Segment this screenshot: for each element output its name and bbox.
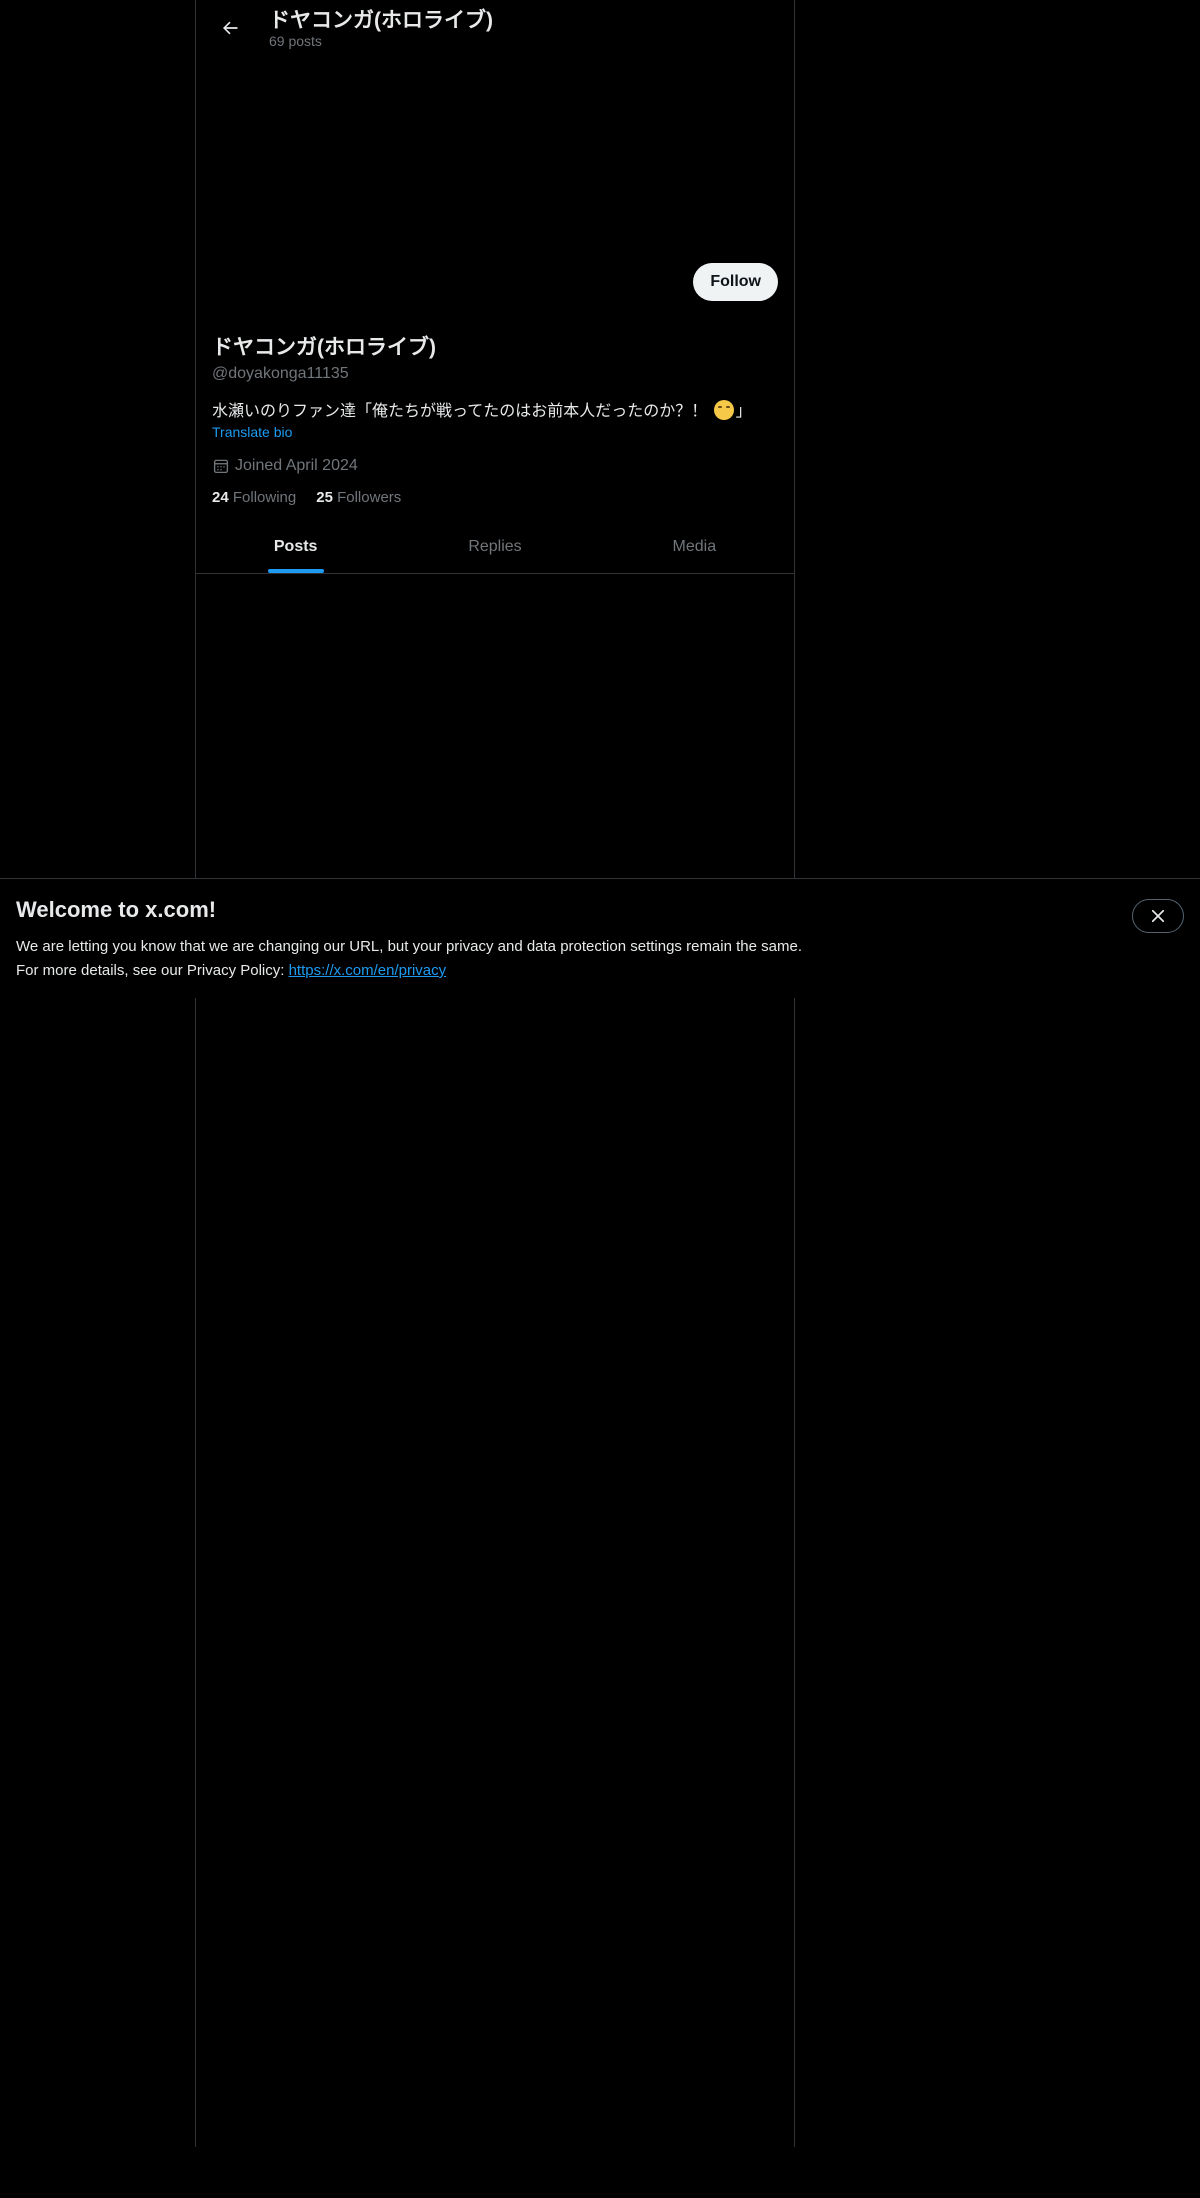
tab-media-label: Media — [672, 537, 717, 555]
following-link[interactable]: 24 Following — [212, 487, 296, 509]
calendar-icon — [213, 459, 229, 474]
notice-title: Welcome to x.com! — [16, 897, 217, 922]
followers-link[interactable]: 25 Followers — [316, 487, 401, 509]
header-posts-count: 69 posts — [269, 33, 322, 49]
profile-header: ドヤコンガ(ホロライブ) 69 posts — [196, 0, 794, 56]
loudly-crying-emoji-icon — [713, 400, 734, 420]
tab-media[interactable]: Media — [595, 520, 794, 573]
tab-replies[interactable]: Replies — [395, 520, 594, 573]
notice-line-2-prefix: For more details, see our Privacy Policy… — [16, 962, 289, 979]
arrow-left-icon — [223, 21, 238, 35]
follow-stats: 24 Following 25 Followers — [212, 487, 778, 509]
translate-bio-link[interactable]: Translate bio — [212, 423, 292, 441]
tab-posts-label: Posts — [273, 537, 318, 555]
followers-label: Followers — [337, 489, 402, 506]
back-button[interactable] — [212, 10, 248, 46]
handle: @doyakonga11135 — [212, 365, 349, 382]
profile-banner[interactable] — [196, 56, 794, 256]
following-count: 24 — [212, 489, 229, 506]
display-name: ドヤコンガ(ホロライブ) — [212, 336, 436, 359]
follow-button[interactable]: Follow — [693, 263, 778, 301]
close-icon — [1151, 909, 1165, 923]
header-title: ドヤコンガ(ホロライブ) — [269, 9, 493, 32]
active-tab-indicator — [267, 569, 324, 573]
notice-close-button[interactable] — [1132, 899, 1184, 933]
joined-text: Joined April 2024 — [235, 457, 358, 474]
joined-date: Joined April 2024 — [212, 455, 778, 477]
bio-text-end: 」 — [735, 403, 752, 420]
following-label: Following — [232, 489, 297, 506]
bio-text: 水瀬いのりファン達「俺たちが戦ってたのはお前本人だったのか？！ — [212, 403, 712, 420]
notice-line-1: We are letting you know that we are chan… — [16, 938, 802, 955]
tab-replies-label: Replies — [468, 537, 522, 555]
main-column: ドヤコンガ(ホロライブ) 69 posts Follow ドヤコンガ(ホロライブ… — [195, 0, 795, 2147]
followers-count: 25 — [316, 489, 333, 506]
profile-tabs: Posts Replies Media — [196, 520, 794, 574]
bio: 水瀬いのりファン達「俺たちが戦ってたのはお前本人だったのか？！ 」 — [212, 400, 778, 423]
privacy-policy-link[interactable]: https://x.com/en/privacy — [289, 962, 447, 979]
tab-posts[interactable]: Posts — [196, 520, 395, 573]
page: ドヤコンガ(ホロライブ) 69 posts Follow ドヤコンガ(ホロライブ… — [0, 0, 1200, 2198]
profile-info: ドヤコンガ(ホロライブ) @doyakonga11135 水瀬いのりファン達「俺… — [212, 333, 778, 509]
notice-line-2: For more details, see our Privacy Policy… — [16, 959, 802, 983]
notice-text: We are letting you know that we are chan… — [16, 935, 802, 983]
url-change-notice: Welcome to x.com! We are letting you kno… — [0, 878, 1200, 998]
